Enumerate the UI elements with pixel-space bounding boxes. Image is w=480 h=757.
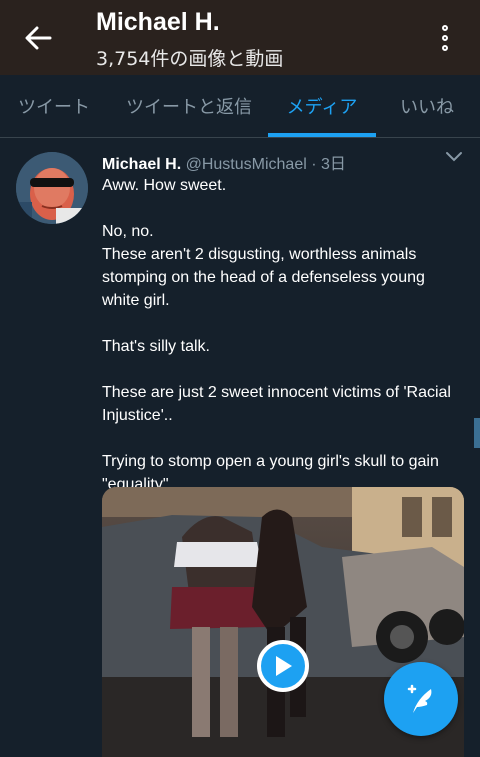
tab-tweets-and-replies[interactable]: ツイートと返信 xyxy=(118,75,260,137)
active-tab-indicator xyxy=(268,133,376,137)
profile-tabs: ツイート ツイートと返信 メディア いいね xyxy=(0,75,480,138)
more-vertical-icon xyxy=(442,25,448,31)
media-count: 3,754件の画像と動画 xyxy=(96,48,284,70)
avatar-image xyxy=(16,152,88,224)
tweet-line: Injustice'.. xyxy=(102,407,173,424)
tweet-line: stomping on the head of a defenseless yo… xyxy=(102,269,425,286)
more-options-button[interactable] xyxy=(430,20,460,56)
author-name[interactable]: Michael H. xyxy=(102,156,181,173)
compose-tweet-button[interactable] xyxy=(384,662,458,736)
tab-likes[interactable]: いいね xyxy=(386,75,468,137)
top-app-bar: Michael H. 3,754件の画像と動画 xyxy=(0,0,480,75)
play-button[interactable] xyxy=(257,640,309,692)
scrollbar-thumb[interactable] xyxy=(474,418,480,448)
compose-tweet-icon xyxy=(407,684,432,713)
tweet-line: That's silly talk. xyxy=(102,338,210,355)
tweet-header: Michael H. @HustusMichael · 3日 xyxy=(102,150,346,174)
tweet-line: These aren't 2 disgusting, worthless ani… xyxy=(102,246,417,263)
tweet-line: white girl. xyxy=(102,292,170,309)
tweet-line: Aww. How sweet. xyxy=(102,177,227,194)
tweet-time: 3日 xyxy=(321,156,346,173)
tab-tweets[interactable]: ツイート xyxy=(0,75,108,137)
tweet-line: No, no. xyxy=(102,223,154,240)
tweet-text: Aww. How sweet. No, no. These aren't 2 d… xyxy=(102,174,472,496)
tab-media[interactable]: メディア xyxy=(268,75,376,137)
avatar[interactable] xyxy=(16,152,88,224)
tweet-line: These are just 2 sweet innocent victims … xyxy=(102,384,451,401)
author-handle[interactable]: @HustusMichael xyxy=(186,156,307,173)
back-button[interactable] xyxy=(18,20,58,56)
tweet-menu-button[interactable] xyxy=(444,150,464,166)
arrow-left-icon xyxy=(25,26,52,50)
page-title: Michael H. xyxy=(96,8,220,36)
play-icon xyxy=(276,656,292,676)
chevron-down-icon xyxy=(446,152,462,162)
separator: · xyxy=(311,156,317,173)
tweet-line: Trying to stomp open a young girl's skul… xyxy=(102,453,439,470)
